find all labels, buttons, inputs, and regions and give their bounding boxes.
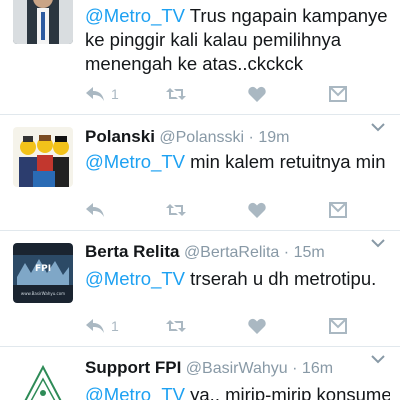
reply-count: 1: [111, 318, 119, 334]
avatar[interactable]: [13, 359, 73, 400]
tweet-header: Support FPI @BasirWahyu · 16m: [85, 358, 400, 380]
separator-dot: ·: [248, 129, 254, 146]
avatar[interactable]: [13, 127, 73, 187]
envelope-icon: [329, 86, 347, 102]
chevron-down-icon[interactable]: [370, 351, 386, 367]
direct-message-button[interactable]: [329, 83, 347, 105]
avatar[interactable]: FPI www.BasirWahyu.com: [13, 243, 73, 303]
retweet-icon: [166, 88, 186, 100]
timestamp[interactable]: 16m: [302, 360, 333, 377]
retweet-icon: [166, 320, 186, 332]
reply-icon: [86, 87, 104, 101]
heart-icon: [248, 318, 266, 334]
tweet-text: @Metro_TV Trus ngapain kampanye ke pingg…: [85, 5, 388, 74]
mention-link[interactable]: @Metro_TV: [85, 5, 185, 26]
reply-count: 1: [111, 86, 119, 102]
retweet-icon: [166, 204, 186, 216]
reply-button[interactable]: 1: [85, 83, 119, 105]
tweet-item[interactable]: @Metro_TV Trus ngapain kampanye ke pingg…: [0, 0, 400, 115]
like-button[interactable]: [248, 199, 266, 221]
avatar[interactable]: [13, 0, 73, 44]
direct-message-button[interactable]: [329, 315, 347, 337]
tweet-header: Berta Relita @BertaRelita · 15m: [85, 242, 400, 264]
tweet-actions: [85, 199, 375, 221]
envelope-icon: [329, 318, 347, 334]
tweet-item[interactable]: Polanski @Polansski · 19m @Metro_TV min …: [0, 115, 400, 231]
direct-message-button[interactable]: [329, 199, 347, 221]
user-handle[interactable]: @BertaRelita: [184, 244, 279, 261]
tweet-actions: 1: [85, 83, 375, 105]
reply-icon: [86, 319, 104, 333]
tweet-text: @Metro_TV ya.. mirip-mirip konsumen: [85, 383, 390, 400]
like-button[interactable]: [248, 83, 266, 105]
reply-button[interactable]: 1: [85, 315, 119, 337]
separator-dot: ·: [292, 360, 298, 377]
chevron-down-icon[interactable]: [370, 119, 386, 135]
retweet-button[interactable]: [165, 199, 187, 221]
reply-icon: [86, 203, 104, 217]
avatar-caption: www.BasirWahyu.com: [20, 291, 66, 296]
lego-figures-icon: [13, 127, 73, 187]
tweet-item[interactable]: FPI www.BasirWahyu.com Berta Relita @Ber…: [0, 231, 400, 347]
green-triangle-logo-icon: [13, 359, 73, 400]
like-button[interactable]: [248, 315, 266, 337]
chevron-down-icon[interactable]: [370, 235, 386, 251]
timestamp[interactable]: 15m: [294, 244, 325, 261]
separator-dot: ·: [283, 244, 290, 261]
display-name[interactable]: Support FPI: [85, 358, 181, 377]
tweet-actions: 1: [85, 315, 375, 337]
timestamp[interactable]: 19m: [258, 129, 289, 146]
retweet-button[interactable]: [165, 315, 187, 337]
display-name[interactable]: Polanski: [85, 127, 155, 146]
svg-text:FPI: FPI: [35, 264, 51, 274]
heart-icon: [248, 86, 266, 102]
tweet-text: @Metro_TV min kalem retuitnya min: [85, 151, 386, 172]
heart-icon: [248, 202, 266, 218]
user-handle[interactable]: @Polansski: [159, 129, 244, 146]
person-avatar-icon: [13, 0, 73, 44]
mention-link[interactable]: @Metro_TV: [85, 151, 185, 172]
retweet-button[interactable]: [165, 83, 187, 105]
mention-link[interactable]: @Metro_TV: [85, 268, 185, 289]
display-name[interactable]: Berta Relita: [85, 242, 179, 261]
tweet-item[interactable]: Support FPI @BasirWahyu · 16m @Metro_TV …: [0, 347, 400, 400]
mention-link[interactable]: @Metro_TV: [85, 384, 185, 400]
user-handle[interactable]: @BasirWahyu: [186, 360, 288, 377]
tweet-header: Polanski @Polansski · 19m: [85, 127, 400, 149]
tweet-text: @Metro_TV trserah u dh metrotipu.: [85, 268, 377, 289]
reply-button[interactable]: [85, 199, 105, 221]
envelope-icon: [329, 202, 347, 218]
